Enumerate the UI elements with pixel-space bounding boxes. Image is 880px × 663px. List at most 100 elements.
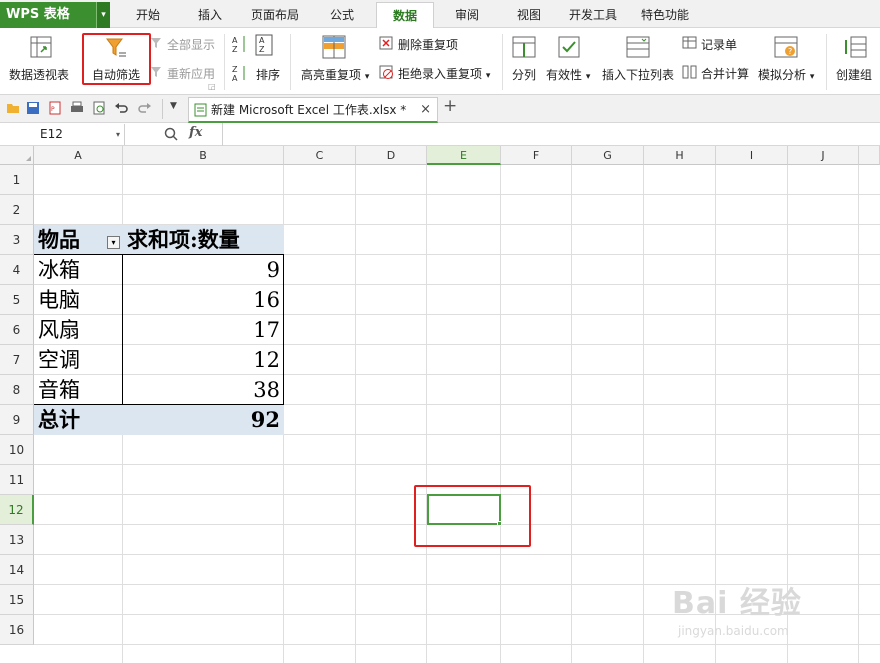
- pivot-header-item-cell[interactable]: 物品 ▾: [34, 225, 123, 255]
- column-header-h[interactable]: H: [644, 146, 716, 165]
- row-header-16[interactable]: 16: [0, 615, 34, 645]
- insert-dropdown-list-icon[interactable]: [626, 36, 650, 58]
- row-header-11[interactable]: 11: [0, 465, 34, 495]
- quick-access-dropdown-icon[interactable]: ▼: [170, 101, 177, 111]
- column-header-c[interactable]: C: [284, 146, 356, 165]
- redo-icon[interactable]: [138, 101, 152, 115]
- record-form-icon[interactable]: [682, 36, 697, 49]
- sort-descending-icon[interactable]: ZA: [232, 64, 248, 82]
- highlight-duplicates-icon[interactable]: [322, 35, 346, 59]
- remove-duplicates-icon[interactable]: [379, 36, 394, 50]
- highlight-duplicates-button[interactable]: 高亮重复项 ▾: [301, 66, 369, 83]
- save-icon[interactable]: [26, 101, 40, 115]
- filter-dropdown-icon[interactable]: ▾: [107, 236, 120, 249]
- show-all-button[interactable]: 全部显示: [167, 36, 215, 53]
- sort-ascending-icon[interactable]: AZ: [232, 34, 248, 54]
- select-all-corner[interactable]: [0, 146, 34, 165]
- undo-icon[interactable]: [114, 101, 128, 115]
- row-header-3[interactable]: 3: [0, 225, 34, 255]
- create-group-icon[interactable]: [843, 36, 867, 58]
- filter-dialog-launcher-icon[interactable]: ◲: [208, 82, 216, 91]
- pivot-item-name[interactable]: 风扇: [34, 315, 123, 345]
- tab-insert[interactable]: 插入: [180, 2, 240, 28]
- zoom-function-icon[interactable]: [164, 127, 178, 141]
- pivot-table-icon[interactable]: [30, 36, 52, 58]
- record-form-button[interactable]: 记录单: [701, 36, 737, 53]
- sort-button[interactable]: 排序: [256, 66, 280, 83]
- close-tab-icon[interactable]: ×: [420, 98, 431, 122]
- pivot-header-sum-cell[interactable]: 求和项:数量: [123, 225, 284, 255]
- name-box[interactable]: E12 ▾: [0, 124, 125, 145]
- row-header-1[interactable]: 1: [0, 165, 34, 195]
- app-dropdown-icon[interactable]: ▾: [96, 2, 110, 28]
- reject-duplicates-icon[interactable]: [379, 65, 394, 80]
- column-header-a[interactable]: A: [34, 146, 123, 165]
- row-header-4[interactable]: 4: [0, 255, 34, 285]
- row-header-6[interactable]: 6: [0, 315, 34, 345]
- pivot-item-name[interactable]: 音箱: [34, 375, 123, 405]
- column-header-d[interactable]: D: [356, 146, 427, 165]
- split-column-button[interactable]: 分列: [512, 66, 536, 83]
- tab-home[interactable]: 开始: [118, 2, 178, 28]
- column-header-i[interactable]: I: [716, 146, 788, 165]
- pivot-total-label[interactable]: 总计: [34, 405, 123, 435]
- row-header-7[interactable]: 7: [0, 345, 34, 375]
- reject-duplicates-button[interactable]: 拒绝录入重复项 ▾: [398, 65, 490, 82]
- insert-dropdown-list-button[interactable]: 插入下拉列表: [602, 66, 674, 83]
- new-tab-icon[interactable]: +: [443, 96, 457, 116]
- column-header-partial[interactable]: [859, 146, 880, 165]
- chevron-down-icon[interactable]: ▾: [116, 124, 120, 145]
- column-header-j[interactable]: J: [788, 146, 859, 165]
- row-header-5[interactable]: 5: [0, 285, 34, 315]
- column-header-f[interactable]: F: [501, 146, 572, 165]
- column-header-g[interactable]: G: [572, 146, 644, 165]
- validity-icon[interactable]: [558, 36, 580, 58]
- validity-button[interactable]: 有效性 ▾: [546, 66, 590, 83]
- export-pdf-icon[interactable]: P: [48, 101, 62, 115]
- what-if-analysis-button[interactable]: 模拟分析 ▾: [758, 66, 814, 83]
- pivot-item-qty[interactable]: 17: [123, 315, 284, 345]
- reapply-button[interactable]: 重新应用: [167, 65, 215, 82]
- tab-special-features[interactable]: 特色功能: [630, 2, 700, 28]
- consolidate-icon[interactable]: [682, 65, 697, 79]
- print-preview-icon[interactable]: [92, 101, 106, 115]
- pivot-item-qty[interactable]: 9: [123, 255, 284, 285]
- row-header-15[interactable]: 15: [0, 585, 34, 615]
- sort-icon[interactable]: AZ: [255, 34, 273, 56]
- tab-formula[interactable]: 公式: [312, 2, 372, 28]
- consolidate-button[interactable]: 合并计算: [701, 65, 749, 82]
- tab-data[interactable]: 数据: [376, 2, 434, 29]
- row-header-14[interactable]: 14: [0, 555, 34, 585]
- pivot-item-qty[interactable]: 12: [123, 345, 284, 375]
- show-all-icon[interactable]: [150, 37, 163, 49]
- what-if-analysis-icon[interactable]: ?: [774, 36, 798, 58]
- column-header-e[interactable]: E: [427, 146, 501, 165]
- row-header-8[interactable]: 8: [0, 375, 34, 405]
- row-header-13[interactable]: 13: [0, 525, 34, 555]
- print-icon[interactable]: [70, 101, 84, 115]
- tab-page-layout[interactable]: 页面布局: [242, 2, 308, 28]
- pivot-total-qty[interactable]: 92: [123, 405, 284, 435]
- tab-view[interactable]: 视图: [500, 2, 558, 28]
- formula-input[interactable]: [224, 124, 880, 145]
- pivot-item-qty[interactable]: 16: [123, 285, 284, 315]
- split-column-icon[interactable]: [512, 36, 536, 58]
- insert-function-icon[interactable]: fx: [189, 125, 202, 140]
- tab-review[interactable]: 审阅: [438, 2, 496, 28]
- pivot-item-name[interactable]: 电脑: [34, 285, 123, 315]
- row-header-10[interactable]: 10: [0, 435, 34, 465]
- row-header-12[interactable]: 12: [0, 495, 34, 525]
- open-folder-icon[interactable]: [6, 101, 20, 115]
- pivot-table-button[interactable]: 数据透视表: [9, 66, 69, 83]
- pivot-item-name[interactable]: 空调: [34, 345, 123, 375]
- create-group-button[interactable]: 创建组: [836, 66, 872, 83]
- tab-developer[interactable]: 开发工具: [560, 2, 626, 28]
- pivot-item-qty[interactable]: 38: [123, 375, 284, 405]
- row-header-9[interactable]: 9: [0, 405, 34, 435]
- remove-duplicates-button[interactable]: 删除重复项: [398, 36, 458, 53]
- reapply-icon[interactable]: [150, 66, 163, 78]
- document-tab[interactable]: 新建 Microsoft Excel 工作表.xlsx * ×: [188, 97, 438, 123]
- app-menu-button[interactable]: WPS 表格 ▾: [0, 2, 110, 28]
- column-header-b[interactable]: B: [123, 146, 284, 165]
- pivot-item-name[interactable]: 冰箱: [34, 255, 123, 285]
